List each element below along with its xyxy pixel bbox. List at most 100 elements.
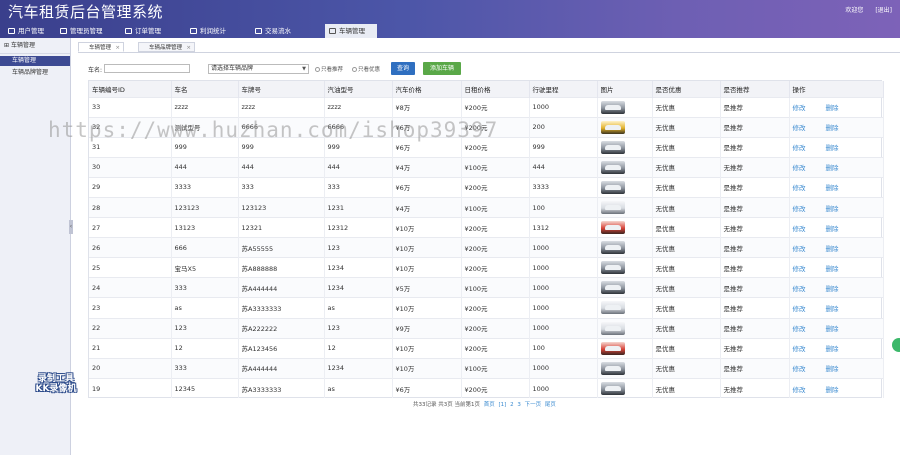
nav-item-orders[interactable]: 订单管理: [125, 24, 161, 38]
delete-link[interactable]: 删除: [826, 225, 839, 233]
edit-link[interactable]: 修改: [793, 124, 806, 132]
cell-price: ¥4万: [392, 196, 462, 218]
edit-link[interactable]: 修改: [793, 144, 806, 152]
edit-link[interactable]: 修改: [793, 205, 806, 213]
cell-plate: 苏A888888: [238, 257, 325, 278]
logout-link[interactable]: [退出]: [875, 7, 892, 14]
pager-page-2[interactable]: 2: [510, 402, 514, 408]
nav-item-label: 交易流水: [265, 27, 291, 35]
cell-fuel: 123: [324, 317, 393, 339]
add-vehicle-button[interactable]: 添加车辆: [423, 62, 461, 75]
tab-label: 车辆品牌管理: [149, 45, 183, 51]
pager-page-1[interactable]: [1]: [499, 402, 507, 408]
cell-actions: 修改 删除: [789, 217, 884, 238]
column-header: 操作: [789, 81, 884, 97]
edit-link[interactable]: 修改: [793, 345, 806, 353]
cell-daily: ¥200元: [461, 257, 530, 278]
car-thumbnail: [600, 382, 625, 396]
edit-link[interactable]: 修改: [793, 325, 806, 333]
delete-link[interactable]: 删除: [826, 184, 839, 192]
car-thumbnail: [600, 321, 625, 335]
cell-recommend: 无推荐: [720, 377, 790, 399]
transactions-icon: [255, 28, 262, 34]
pager-last[interactable]: 尾页: [545, 402, 556, 408]
car-name-input[interactable]: [104, 64, 190, 73]
cell-daily: ¥100元: [461, 196, 530, 218]
edit-link[interactable]: 修改: [793, 184, 806, 192]
sidebar-item-brands[interactable]: 车辆品牌管理: [0, 68, 70, 78]
nav-item-users[interactable]: 用户管理: [8, 24, 44, 38]
delete-link[interactable]: 删除: [826, 164, 839, 172]
cell-recommend: 是推荐: [720, 297, 790, 319]
pager-next[interactable]: 下一页: [525, 402, 542, 408]
cell-daily: ¥100元: [461, 277, 530, 298]
header-user-area: 欢迎您 [退出]: [835, 5, 892, 14]
sidebar-item-vehicles[interactable]: 车辆管理: [0, 56, 70, 66]
discount-only-checkbox[interactable]: 只看优惠: [352, 65, 380, 73]
cell-name: 666: [171, 237, 239, 258]
edit-link[interactable]: 修改: [793, 386, 806, 394]
delete-link[interactable]: 删除: [826, 144, 839, 152]
table-row: 33 zzzz zzzz zzzz ¥8万 ¥200元 1000 无优惠 是推荐 修改 删除: [89, 96, 884, 118]
nav-item-transactions[interactable]: 交易流水: [255, 24, 291, 38]
edit-link[interactable]: 修改: [793, 265, 806, 273]
tab-brands[interactable]: 车辆品牌管理 ×: [138, 42, 196, 52]
edit-link[interactable]: 修改: [793, 245, 806, 253]
nav-item-vehicles[interactable]: 车辆管理: [325, 24, 377, 38]
nav-item-profit[interactable]: 利润统计: [190, 24, 226, 38]
sidebar-collapse-handle[interactable]: ‹: [69, 220, 73, 234]
car-thumbnail: [600, 160, 625, 174]
delete-link[interactable]: 删除: [826, 365, 839, 373]
cell-mileage: 444: [529, 156, 598, 178]
welcome-text: 欢迎您: [845, 7, 864, 14]
delete-link[interactable]: 删除: [826, 345, 839, 353]
pager-first[interactable]: 首页: [484, 402, 495, 408]
edit-link[interactable]: 修改: [793, 164, 806, 172]
car-thumbnail: [600, 201, 625, 215]
delete-link[interactable]: 删除: [826, 305, 839, 313]
edit-link[interactable]: 修改: [793, 305, 806, 313]
pager-page-3[interactable]: 3: [517, 402, 521, 408]
delete-link[interactable]: 删除: [826, 325, 839, 333]
table-row: 20 333 苏A444444 1234 ¥10万 ¥100元 1000 无优惠 是推荐 修改 删除: [89, 357, 884, 379]
delete-link[interactable]: 删除: [826, 104, 839, 112]
cell-name: 12: [171, 337, 239, 359]
cell-recommend: 无推荐: [720, 337, 790, 359]
table-header-row: 车辆编号ID 车名 车牌号 汽油型号 汽车价格 日租价格 行驶里程 图片 是否优惠 是否推荐 操作: [89, 81, 884, 97]
cell-name: 444: [171, 156, 239, 178]
cell-discount: 无优惠: [652, 96, 721, 118]
delete-link[interactable]: 删除: [826, 265, 839, 273]
cell-recommend: 是推荐: [720, 196, 790, 218]
cell-daily: ¥200元: [461, 297, 530, 319]
cell-actions: 修改 删除: [789, 377, 884, 399]
column-header: 汽车价格: [392, 81, 462, 97]
table-row: 27 13123 12321 12312 ¥10万 ¥200元 1312 是优惠 无推荐 修改 删除: [89, 217, 884, 238]
delete-link[interactable]: 删除: [826, 205, 839, 213]
table-row: 30 444 444 444 ¥4万 ¥100元 444 无优惠 无推荐 修改 删除: [89, 156, 884, 178]
delete-link[interactable]: 删除: [826, 245, 839, 253]
brand-select[interactable]: 请选择车辆品牌 ▼: [208, 64, 309, 74]
cell-mileage: 100: [529, 196, 598, 218]
cell-id: 28: [89, 196, 172, 218]
tab-vehicles[interactable]: 车辆管理 ×: [78, 42, 125, 52]
column-header: 车牌号: [238, 81, 325, 97]
chart-icon: [190, 28, 197, 34]
edit-link[interactable]: 修改: [793, 365, 806, 373]
cell-discount: 是优惠: [652, 337, 721, 359]
cell-price: ¥10万: [392, 237, 462, 258]
recommend-only-checkbox[interactable]: 只看推荐: [315, 65, 343, 73]
floating-action-button[interactable]: [892, 338, 900, 352]
orders-icon: [125, 28, 132, 34]
cell-plate: 苏A222222: [238, 317, 325, 339]
delete-link[interactable]: 删除: [826, 285, 839, 293]
nav-item-admins[interactable]: 管理员管理: [60, 24, 103, 38]
cell-name: 3333: [171, 176, 239, 198]
query-button[interactable]: 查询: [391, 62, 415, 75]
edit-link[interactable]: 修改: [793, 104, 806, 112]
cell-plate: 苏A444444: [238, 277, 325, 298]
edit-link[interactable]: 修改: [793, 285, 806, 293]
delete-link[interactable]: 删除: [826, 386, 839, 394]
edit-link[interactable]: 修改: [793, 225, 806, 233]
car-thumbnail: [600, 100, 625, 114]
delete-link[interactable]: 删除: [826, 124, 839, 132]
